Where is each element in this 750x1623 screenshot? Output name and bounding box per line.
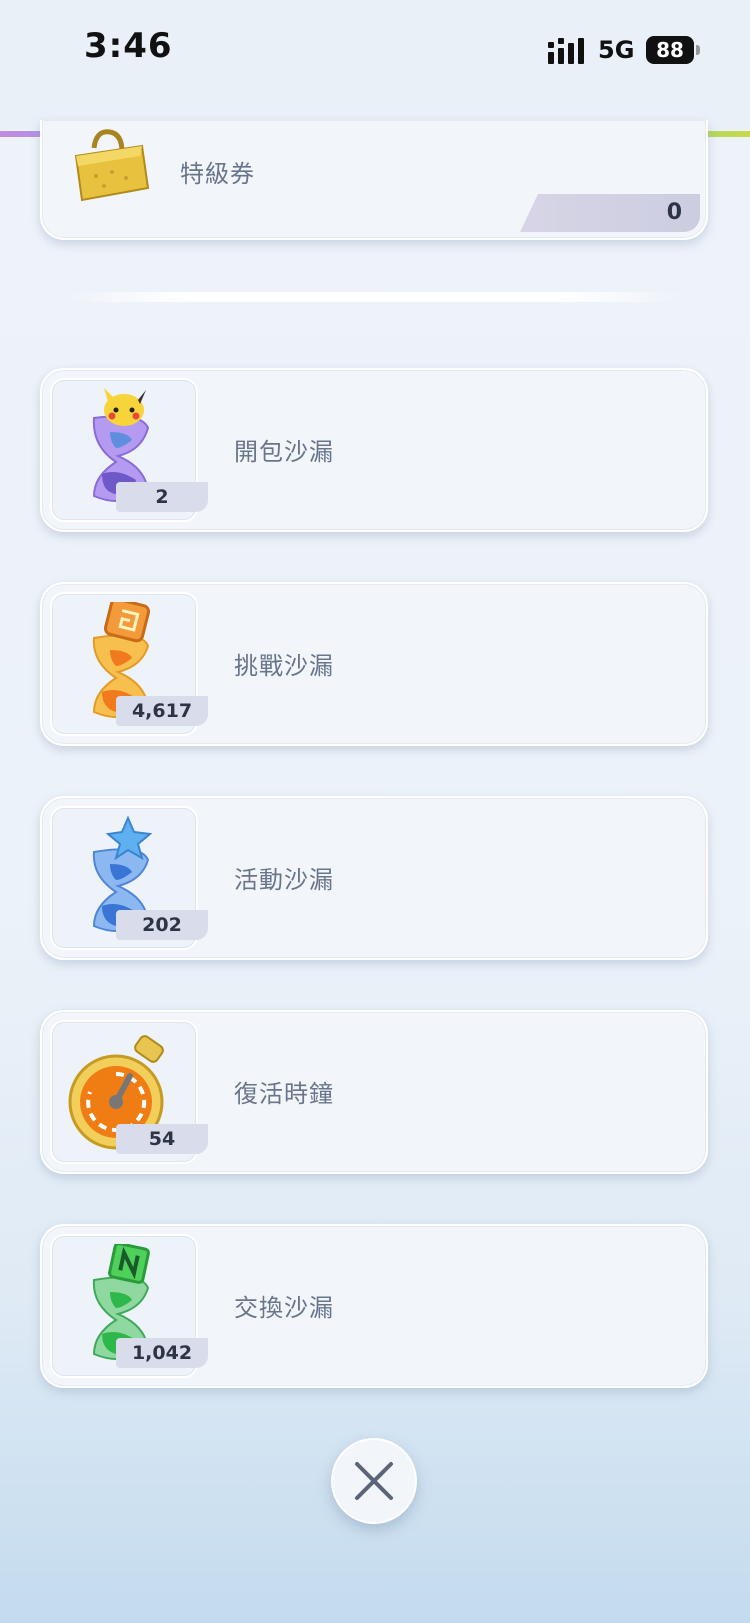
item-label: 復活時鐘	[234, 1080, 334, 1108]
item-label: 特級券	[180, 160, 255, 188]
item-card-challenge-hourglass[interactable]: 4,617 挑戰沙漏	[40, 582, 708, 746]
item-label: 交換沙漏	[234, 1294, 334, 1322]
item-count: 1,042	[116, 1338, 208, 1368]
item-thumbnail: 2	[50, 378, 208, 522]
item-count: 0	[520, 194, 700, 232]
close-button[interactable]	[331, 1438, 417, 1524]
item-card-revive-clock[interactable]: 54 復活時鐘	[40, 1010, 708, 1174]
item-count: 2	[116, 482, 208, 512]
item-card-trade-hourglass[interactable]: 1,042 交換沙漏	[40, 1224, 708, 1388]
item-label: 活動沙漏	[234, 866, 334, 894]
item-card-special-ticket[interactable]: 特級券 0	[40, 120, 708, 240]
network-type: 5G	[598, 36, 635, 64]
item-card-event-hourglass[interactable]: 202 活動沙漏	[40, 796, 708, 960]
item-label: 挑戰沙漏	[234, 652, 334, 680]
section-divider	[64, 292, 684, 302]
battery-tip	[696, 45, 700, 55]
gold-shopping-bag-icon	[74, 129, 150, 202]
item-thumbnail: 202	[50, 806, 208, 950]
item-count: 54	[116, 1124, 208, 1154]
item-thumbnail: 54	[50, 1020, 208, 1164]
close-icon	[355, 1462, 393, 1500]
item-label: 開包沙漏	[234, 438, 334, 466]
status-time: 3:46	[84, 26, 173, 66]
item-thumbnail: 1,042	[50, 1234, 208, 1378]
signal-icon	[548, 38, 584, 64]
status-bar: 3:46 5G 88	[0, 0, 750, 130]
battery-icon: 88	[646, 36, 694, 64]
item-thumbnail: 4,617	[50, 592, 208, 736]
item-card-pack-hourglass[interactable]: 2 開包沙漏	[40, 368, 708, 532]
item-count: 4,617	[116, 696, 208, 726]
item-count: 202	[116, 910, 208, 940]
